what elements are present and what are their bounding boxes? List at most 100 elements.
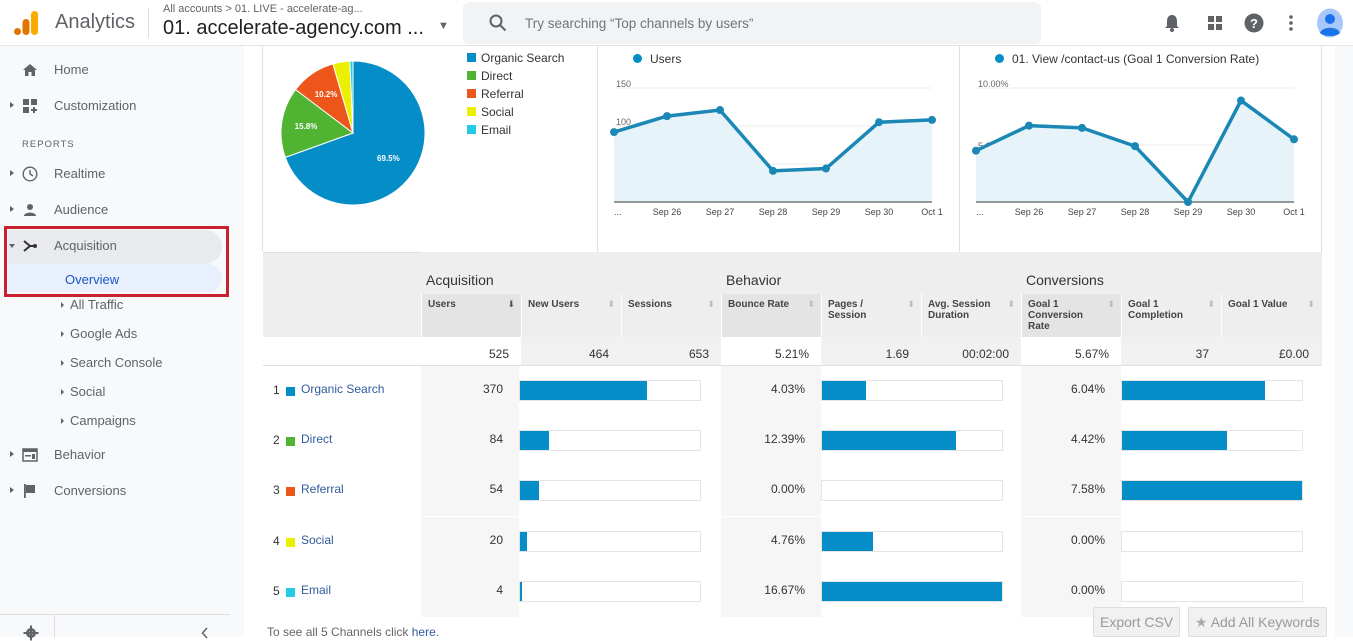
bounce-rate-value: 12.39% (721, 416, 821, 467)
search-icon (489, 14, 507, 32)
group-header-behavior: Behavior (721, 252, 1021, 294)
channel-link[interactable]: Organic Search (301, 382, 384, 396)
table-row: 1 Organic Search 370 4.03% 6.04% (263, 366, 1322, 416)
sidebar-item-home[interactable]: Home (0, 52, 244, 88)
bounce-bar-cell (821, 566, 1021, 617)
sort-icon[interactable]: ⬍ (1107, 299, 1115, 310)
total-value: 464 (521, 337, 621, 366)
sidebar-item-label: Realtime (54, 166, 106, 181)
x-tick-label: Oct 1 (921, 207, 943, 217)
sort-icon[interactable]: ⬍ (907, 299, 915, 310)
data-point[interactable] (1025, 121, 1033, 130)
legend-item-referral[interactable]: Referral (467, 87, 524, 105)
bar-track (821, 580, 1003, 602)
sort-icon[interactable]: ⬍ (607, 299, 615, 310)
data-point[interactable] (663, 112, 671, 121)
bell-icon[interactable] (1160, 11, 1184, 35)
account-avatar-icon[interactable] (1316, 8, 1344, 38)
legend-item-organic-search[interactable]: Organic Search (467, 51, 564, 69)
sidebar-subitem-all-traffic[interactable]: All Traffic (58, 294, 238, 320)
channel-link[interactable]: Referral (301, 482, 344, 496)
sidebar: Home Customization REPORTS Realtime Audi… (0, 46, 244, 641)
data-point[interactable] (875, 118, 883, 127)
breadcrumb[interactable]: All accounts > 01. LIVE - accelerate-ag.… (163, 3, 363, 15)
bounce-rate-bar (822, 381, 866, 400)
column-header-bounce-rate[interactable]: Bounce Rate ⬍ (721, 294, 821, 337)
panel-border (597, 46, 598, 252)
sidebar-subitem-search-console[interactable]: Search Console (58, 352, 238, 378)
property-dropdown-icon[interactable]: ▼ (438, 20, 449, 32)
total-value: 00:02:00 (921, 337, 1021, 366)
users-value: 4 (421, 566, 519, 617)
data-point[interactable] (1237, 96, 1245, 105)
data-point[interactable] (972, 146, 980, 155)
bounce-rate-value: 4.03% (721, 366, 821, 416)
group-label: Acquisition (426, 272, 494, 288)
data-point[interactable] (822, 164, 830, 173)
data-point[interactable] (716, 106, 724, 115)
total-value: 525 (421, 337, 521, 366)
data-point[interactable] (1131, 142, 1139, 151)
sidebar-item-realtime[interactable]: Realtime (0, 156, 244, 192)
apps-grid-icon[interactable] (1203, 11, 1227, 35)
x-tick-label: Sep 28 (759, 207, 788, 217)
column-header-new-users[interactable]: New Users ⬍ (521, 294, 621, 337)
column-header-sessions[interactable]: Sessions ⬍ (621, 294, 721, 337)
data-point[interactable] (1290, 135, 1298, 144)
subitem-label: Social (70, 384, 106, 399)
top-bar: Analytics All accounts > 01. LIVE - acce… (0, 0, 1353, 46)
data-point[interactable] (1184, 198, 1192, 206)
table-row: 4 Social 20 4.76% 0.00% (263, 516, 1322, 567)
sort-icon[interactable]: ⬍ (1307, 299, 1315, 310)
channel-link[interactable]: Email (301, 583, 331, 597)
legend-item-social[interactable]: Social (467, 105, 514, 123)
data-point[interactable] (610, 128, 618, 137)
data-point[interactable] (769, 166, 777, 175)
users-value: 54 (421, 466, 519, 517)
column-header-goal-1-completion[interactable]: Goal 1 Completion ⬍ (1121, 294, 1221, 337)
header-divider (148, 8, 149, 38)
column-header-avg-session-duration[interactable]: Avg. Session Duration ⬍ (921, 294, 1021, 337)
column-header-pages-session[interactable]: Pages / Session ⬍ (821, 294, 921, 337)
search-input[interactable] (525, 11, 1005, 35)
help-icon[interactable]: ? (1242, 11, 1266, 35)
sort-icon[interactable]: ⬇ (507, 299, 515, 310)
legend-item-direct[interactable]: Direct (467, 69, 512, 87)
collapse-sidebar-icon[interactable] (201, 627, 209, 639)
expand-arrow-icon (61, 418, 64, 424)
data-point[interactable] (928, 115, 936, 124)
sidebar-item-conversions[interactable]: Conversions (0, 473, 244, 509)
settings-gear-icon[interactable] (23, 625, 39, 641)
pie-slice-label: 15.8% (295, 122, 318, 131)
data-point[interactable] (1078, 123, 1086, 132)
sidebar-item-behavior[interactable]: Behavior (0, 437, 244, 473)
sort-icon[interactable]: ⬍ (1207, 299, 1215, 310)
series-dot-icon (633, 54, 642, 63)
pie-slice-label: 69.5% (377, 154, 400, 163)
sidebar-subitem-google-ads[interactable]: Google Ads (58, 323, 238, 349)
column-header-goal-1-conversion-rate[interactable]: Goal 1 Conversion Rate ⬍ (1021, 294, 1121, 337)
pie-slice-label: 10.2% (315, 90, 338, 99)
channel-link[interactable]: Social (301, 533, 334, 547)
more-vert-icon[interactable] (1279, 11, 1303, 35)
legend-item-email[interactable]: Email (467, 123, 511, 141)
channel-link[interactable]: Direct (301, 432, 332, 446)
column-header-users[interactable]: Users ⬇ (421, 294, 521, 337)
sort-icon[interactable]: ⬍ (1007, 299, 1015, 310)
series-label-text: 01. View /contact-us (Goal 1 Conversion … (1012, 52, 1260, 66)
users-value: 370 (421, 366, 519, 416)
sidebar-item-customization[interactable]: Customization (0, 88, 244, 124)
conversion-rate-value: 0.00% (1021, 516, 1121, 567)
sidebar-subitem-campaigns[interactable]: Campaigns (58, 410, 238, 436)
column-header-goal-1-value[interactable]: Goal 1 Value ⬍ (1221, 294, 1321, 337)
sort-icon[interactable]: ⬍ (807, 299, 815, 310)
column-label: Bounce Rate (728, 299, 790, 310)
sort-icon[interactable]: ⬍ (707, 299, 715, 310)
property-selector[interactable]: 01. accelerate-agency.com ... (163, 17, 424, 40)
search-box[interactable] (463, 2, 1041, 44)
add-all-keywords-button[interactable]: ★ Add All Keywords (1188, 607, 1327, 637)
sidebar-subitem-social[interactable]: Social (58, 381, 238, 407)
sidebar-item-acquisition[interactable]: Acquisition (0, 228, 244, 264)
export-csv-button[interactable]: Export CSV (1093, 607, 1181, 637)
sidebar-item-audience[interactable]: Audience (0, 192, 244, 228)
